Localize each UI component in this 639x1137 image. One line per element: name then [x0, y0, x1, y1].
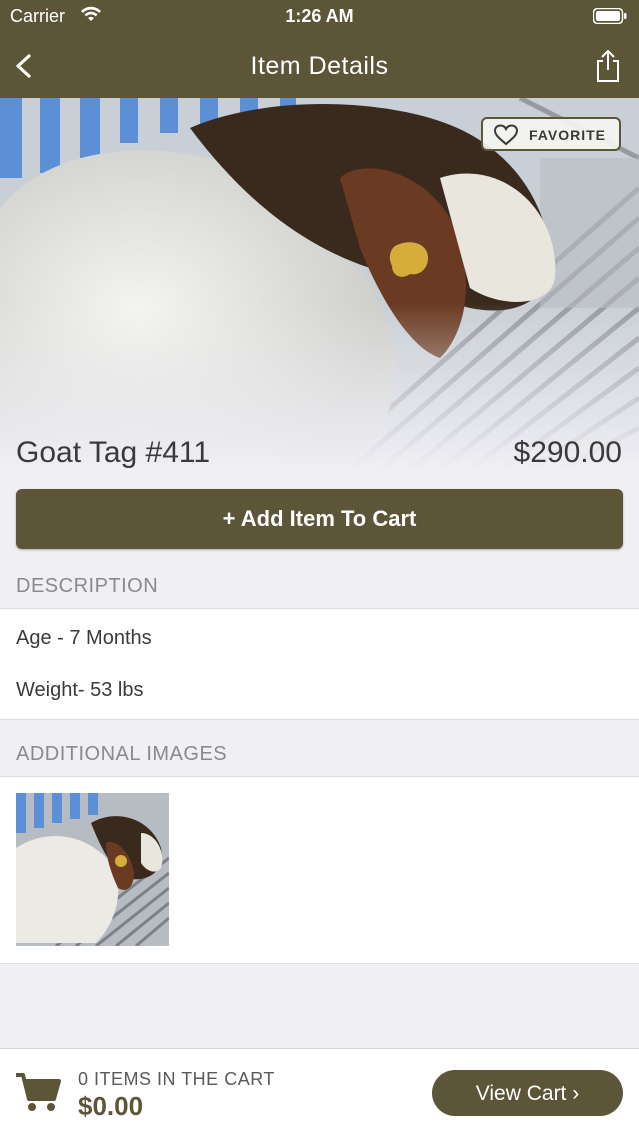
view-cart-button[interactable]: View Cart › — [432, 1070, 623, 1116]
cart-summary-bar: 0 ITEMS IN THE CART $0.00 View Cart › — [0, 1048, 639, 1137]
additional-image-thumbnail[interactable] — [16, 793, 169, 946]
item-hero-image — [0, 98, 639, 470]
description-box: Age - 7 Months Weight- 53 lbs — [0, 608, 639, 720]
description-header: DESCRIPTION — [16, 575, 159, 597]
shopping-cart-icon — [16, 1073, 61, 1111]
cart-item-count: 0 ITEMS IN THE CART — [78, 1069, 275, 1089]
share-icon[interactable] — [593, 48, 623, 84]
add-item-to-cart-button[interactable]: + Add Item To Cart — [16, 489, 623, 549]
additional-images-header: ADDITIONAL IMAGES — [16, 743, 228, 765]
status-bar: Carrier 1:26 AM — [0, 0, 639, 34]
favorite-label: FAVORITE — [529, 127, 606, 143]
cart-total: $0.00 — [78, 1091, 144, 1121]
goat-photo — [0, 98, 639, 470]
add-to-cart-label: Add Item To Cart — [240, 506, 417, 531]
heart-icon — [493, 124, 519, 146]
battery-icon — [593, 8, 627, 24]
page-title: Item Details — [250, 52, 389, 80]
view-cart-label: View Cart › — [475, 1082, 580, 1105]
item-name: Goat Tag #411 — [16, 436, 211, 469]
item-price: $290.00 — [513, 436, 622, 469]
additional-images-box — [0, 776, 639, 964]
plus-icon: + — [222, 506, 236, 531]
clock: 1:26 AM — [285, 6, 354, 26]
navigation-bar: Item Details — [0, 34, 639, 98]
description-line: Weight- 53 lbs — [16, 679, 144, 701]
favorite-button[interactable]: FAVORITE — [481, 117, 621, 151]
description-line: Age - 7 Months — [16, 627, 152, 649]
goat-thumbnail-photo — [16, 793, 169, 946]
